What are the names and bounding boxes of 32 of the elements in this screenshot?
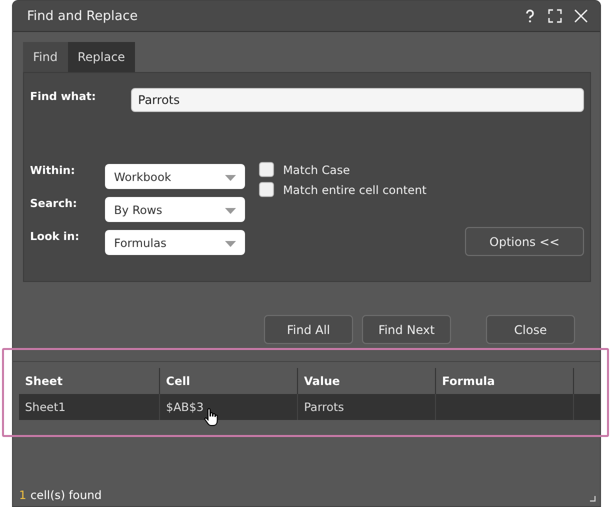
field-label: Find what:: [30, 90, 97, 102]
checkbox[interactable]: [259, 162, 274, 177]
dropdown[interactable]: Formulas: [105, 230, 245, 255]
dropdown[interactable]: By Rows: [105, 197, 245, 222]
tab[interactable]: Replace: [68, 42, 136, 72]
action-button[interactable]: Close: [486, 315, 575, 344]
maximize-icon[interactable]: [548, 9, 562, 23]
tab[interactable]: Find: [23, 42, 68, 72]
action-button[interactable]: Find All: [264, 315, 353, 344]
input-field[interactable]: Parrots: [131, 88, 584, 112]
table-cell: Sheet1: [25, 400, 66, 414]
resize-grip-icon[interactable]: [590, 496, 596, 502]
table-cell: Parrots: [304, 400, 344, 414]
caret-icon: [225, 208, 236, 214]
caret-icon: [225, 174, 236, 180]
field-label: Within:: [30, 164, 76, 177]
window-title: Find and Replace: [27, 8, 139, 24]
field-label: Search:: [30, 197, 78, 210]
dropdown[interactable]: Workbook: [105, 164, 245, 189]
field-label: Look in:: [30, 230, 80, 243]
status-text: cell(s) found: [30, 488, 103, 502]
caret-icon: [225, 240, 236, 246]
options-button[interactable]: Options <<: [465, 227, 584, 256]
hand-cursor-icon: [204, 408, 218, 426]
action-button[interactable]: Find Next: [362, 315, 451, 344]
close-icon[interactable]: [574, 9, 588, 23]
checkbox[interactable]: [259, 182, 274, 197]
checkbox-label: Match entire cell content: [283, 182, 426, 196]
result-count: 1: [19, 488, 26, 502]
table-cell: $AB$3: [166, 400, 204, 414]
checkbox-label: Match Case: [283, 162, 350, 176]
help-icon[interactable]: [524, 9, 536, 23]
